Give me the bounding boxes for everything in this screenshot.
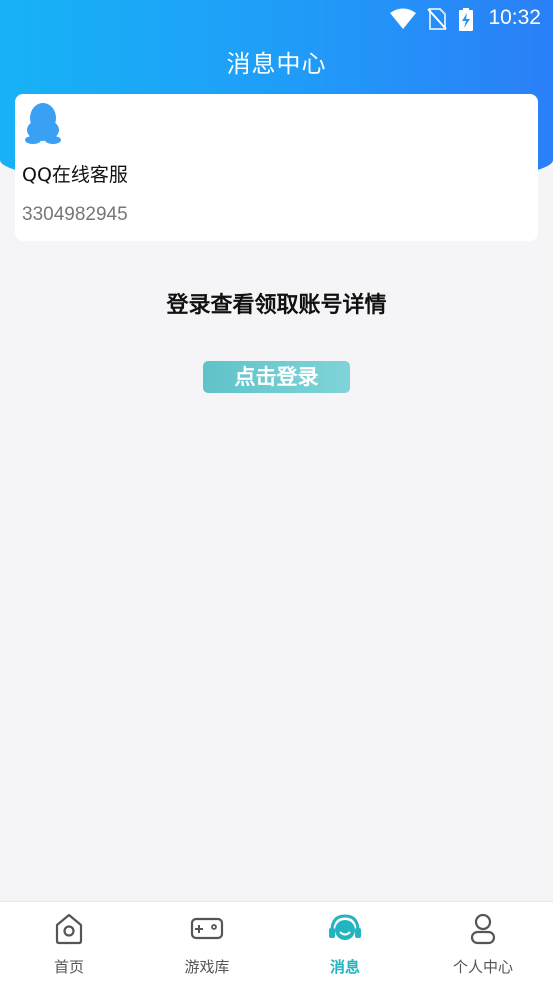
customer-service-card[interactable]: QQ在线客服 3304982945 (15, 94, 538, 241)
customer-service-number: 3304982945 (22, 204, 128, 225)
tab-home-label: 首页 (53, 958, 84, 976)
page-title: 消息中心 (226, 50, 327, 78)
tab-messages-label: 消息 (329, 958, 360, 976)
status-time: 10:32 (488, 6, 541, 29)
tab-messages[interactable]: 消息 (276, 902, 414, 983)
tab-profile-label: 个人中心 (452, 958, 513, 976)
bottom-tab-bar: 首页 游戏库 消息 个人中心 (0, 901, 553, 983)
tab-game-library[interactable]: 游戏库 (138, 902, 276, 983)
qq-penguin-icon (25, 103, 61, 144)
no-sim-icon (427, 8, 447, 30)
login-button[interactable]: 点击登录 (203, 361, 350, 393)
gamepad-icon (190, 917, 224, 940)
wifi-icon (390, 8, 416, 29)
tab-home[interactable]: 首页 (0, 902, 138, 983)
headset-message-icon (329, 914, 361, 940)
home-icon (55, 913, 83, 945)
login-prompt-text: 登录查看领取账号详情 (166, 293, 387, 318)
user-icon (470, 913, 496, 945)
status-bar: 10:32 (0, 0, 553, 38)
tab-profile[interactable]: 个人中心 (414, 902, 552, 983)
tab-game-library-label: 游戏库 (184, 958, 230, 976)
battery-charging-icon (459, 8, 473, 31)
customer-service-name: QQ在线客服 (22, 164, 128, 186)
